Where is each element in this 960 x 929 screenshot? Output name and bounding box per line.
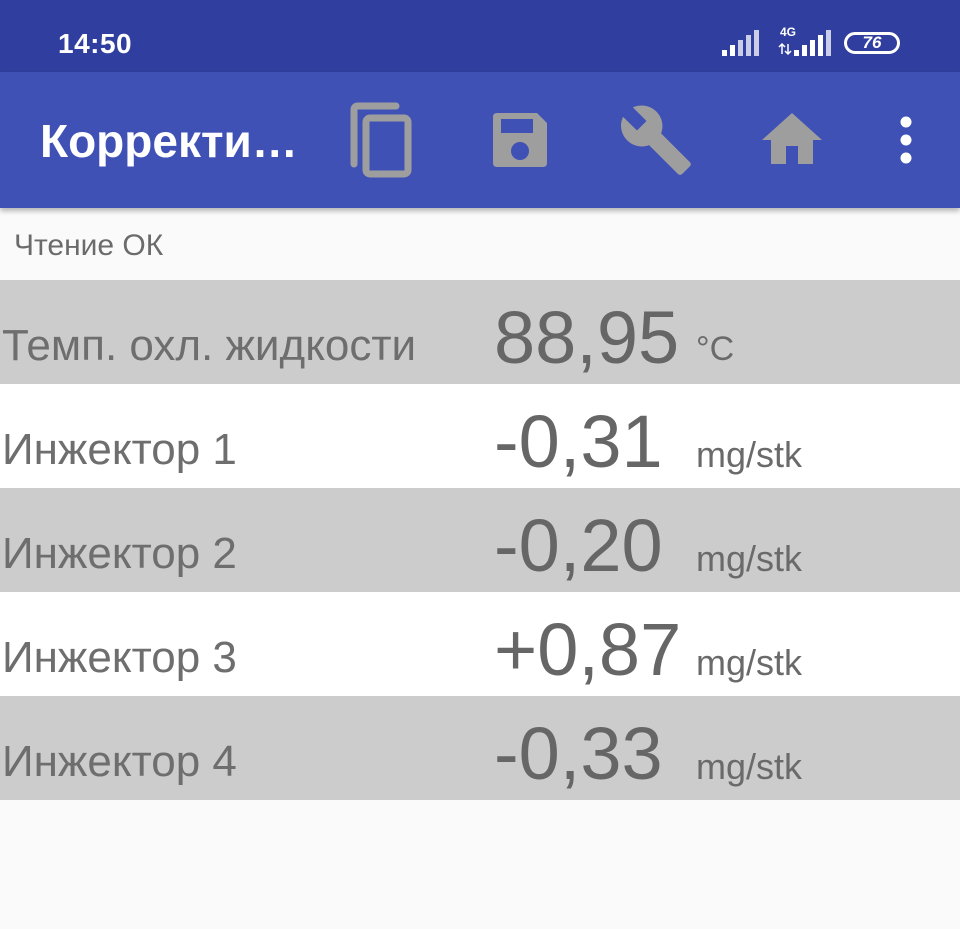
row-value: -0,33 <box>494 712 663 795</box>
row-unit: °C <box>696 330 735 368</box>
signal-4g-icon: 4G <box>778 25 831 56</box>
injector-3-row: Инжектор 3 +0,87 mg/stk <box>0 592 960 696</box>
coolant-temp-row: Темп. охл. жидкости 88,95 °C <box>0 280 960 384</box>
row-unit: mg/stk <box>696 746 803 787</box>
more-options-button[interactable] <box>868 102 944 178</box>
status-bar: 14:50 4G 76 <box>0 0 960 72</box>
row-label: Инжектор 3 <box>2 633 237 682</box>
row-value: +0,87 <box>494 608 682 691</box>
row-value: -0,20 <box>494 504 663 587</box>
app-title: Корректи… <box>40 115 298 167</box>
home-button[interactable] <box>754 102 830 178</box>
row-label: Темп. охл. жидкости <box>2 321 417 370</box>
row-value: -0,31 <box>494 400 663 483</box>
copy-button[interactable] <box>342 102 418 178</box>
battery-icon: 76 <box>844 32 900 54</box>
row-label: Инжектор 4 <box>2 737 237 786</box>
settings-button[interactable] <box>618 102 694 178</box>
row-label: Инжектор 1 <box>2 425 237 474</box>
injector-2-row: Инжектор 2 -0,20 mg/stk <box>0 488 960 592</box>
home-icon <box>762 113 822 164</box>
row-unit: mg/stk <box>696 434 803 475</box>
wrench-icon <box>621 105 691 175</box>
row-unit: mg/stk <box>696 538 803 579</box>
row-value: 88,95 <box>494 296 680 379</box>
status-time: 14:50 <box>58 28 133 59</box>
app-bar: Корректи… <box>0 72 960 208</box>
signal-icon <box>722 30 759 56</box>
row-label: Инжектор 2 <box>2 529 237 578</box>
status-icons: 4G 76 <box>720 24 910 64</box>
parameter-list: Темп. охл. жидкости 88,95 °C Инжектор 1 … <box>0 280 960 800</box>
more-vert-icon <box>900 116 912 164</box>
copy-icon <box>350 102 412 178</box>
row-unit: mg/stk <box>696 642 803 683</box>
save-button[interactable] <box>482 102 558 178</box>
save-icon <box>493 113 547 167</box>
injector-4-row: Инжектор 4 -0,33 mg/stk <box>0 696 960 800</box>
injector-1-row: Инжектор 1 -0,31 mg/stk <box>0 384 960 488</box>
read-status-text: Чтение ОК <box>14 229 164 262</box>
network-label: 4G <box>780 25 796 39</box>
